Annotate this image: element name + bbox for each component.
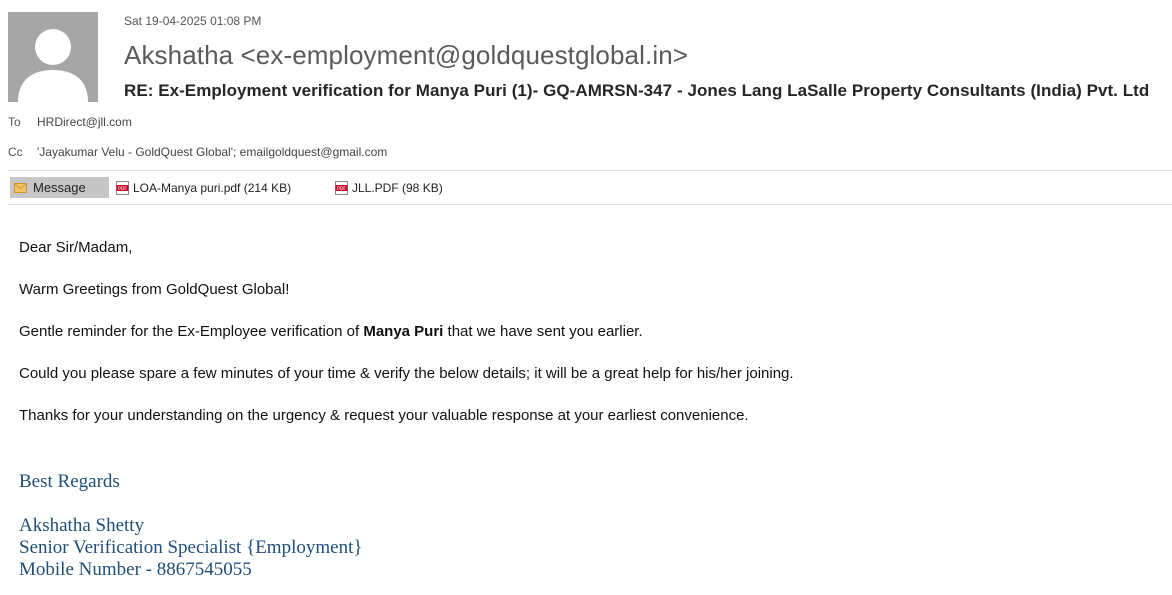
attachment-item[interactable]: PDF JLL.PDF (98 KB) [335,177,443,198]
reminder-suffix: that we have sent you earlier. [443,323,643,340]
body-line: Thanks for your understanding on the urg… [19,407,749,424]
email-subject: RE: Ex-Employment verification for Manya… [124,81,1150,100]
attachment-item[interactable]: PDF LOA-Manya puri.pdf (214 KB) [116,177,291,198]
sender-name[interactable]: Akshatha <ex-employment@goldquestglobal.… [124,40,688,71]
cc-label: Cc [8,145,23,159]
person-silhouette-icon [8,12,98,102]
cc-recipients[interactable]: 'Jayakumar Velu - GoldQuest Global'; ema… [37,145,387,159]
body-line-reminder: Gentle reminder for the Ex-Employee veri… [19,323,643,340]
candidate-name: Manya Puri [363,323,444,340]
attachment-name: LOA-Manya puri.pdf (214 KB) [133,180,292,195]
message-tab-label: Message [33,180,86,195]
signature-mobile: Mobile Number - 8867545055 [19,559,252,580]
svg-text:PDF: PDF [337,186,346,192]
reminder-prefix: Gentle reminder for the Ex-Employee veri… [19,323,364,340]
envelope-icon [14,182,27,193]
to-label: To [8,115,21,129]
body-line: Warm Greetings from GoldQuest Global! [19,281,290,298]
greeting-text: Dear Sir/Madam, [19,239,133,256]
svg-text:PDF: PDF [118,186,127,192]
body-line: Could you please spare a few minutes of … [19,365,794,382]
attachments-divider [8,204,1172,205]
signature-title: Senior Verification Specialist {Employme… [19,537,363,558]
header-divider [8,170,1172,171]
cc-row: Cc 'Jayakumar Velu - GoldQuest Global'; e… [8,145,387,159]
signature-name: Akshatha Shetty [19,515,145,536]
message-tab[interactable]: Message [10,177,109,198]
to-row: To HRDirect@jll.com [8,115,132,129]
attachment-name: JLL.PDF (98 KB) [352,180,443,195]
to-recipient[interactable]: HRDirect@jll.com [37,115,132,129]
sent-date: Sat 19-04-2025 01:08 PM [124,14,262,28]
signature-regards: Best Regards [19,471,120,492]
sender-avatar [8,12,98,102]
pdf-icon: PDF [335,180,348,195]
pdf-icon: PDF [116,180,129,195]
